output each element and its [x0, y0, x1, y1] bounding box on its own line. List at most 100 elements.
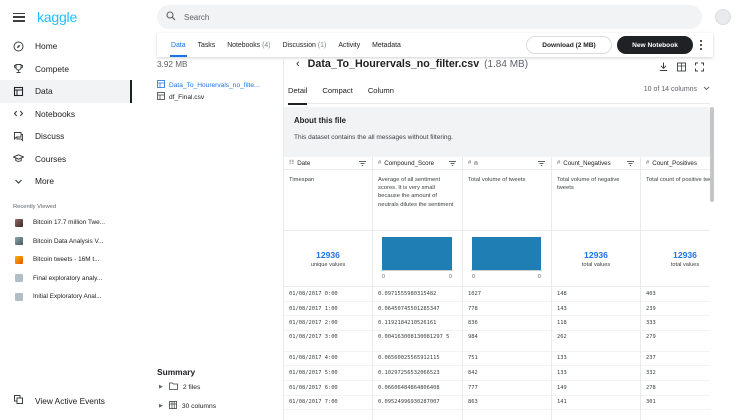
table-cell: 278 [641, 381, 710, 396]
column-compound-score: # Compound_Score Average of all sentiment … [373, 157, 463, 420]
column-date: ☷ Date Timespan 12936 unique values 01/08/201… [284, 157, 373, 420]
table-cell: 301 [641, 396, 710, 411]
summary-item-columns[interactable]: ▶ 30 columns [159, 401, 216, 411]
tab-data[interactable]: Data [157, 33, 192, 57]
stat-value: 12936 [316, 249, 340, 260]
search-bar[interactable]: Search [157, 5, 702, 29]
expand-caret-icon[interactable]: ▶ [159, 384, 163, 390]
scrollbar[interactable] [710, 107, 714, 202]
table-cell: 149 [552, 381, 640, 396]
summary-item-label: 30 columns [181, 402, 217, 410]
tab-discussion[interactable]: Discussion (1) [277, 33, 333, 57]
tab-column[interactable]: Column [368, 86, 394, 104]
download-icon[interactable] [659, 59, 668, 77]
download-button[interactable]: Download (2 MB) [526, 36, 612, 54]
date-type-icon: ☷ [289, 160, 295, 166]
kaggle-logo[interactable]: kaggle [37, 9, 77, 25]
histogram-max-label: 0 [449, 274, 452, 280]
column-header[interactable]: # Compound_Score [373, 157, 462, 170]
trophy-icon [13, 63, 24, 74]
sidebar-nav: Home Compete Data Notebooks Discuss Cour… [0, 35, 132, 193]
menu-icon[interactable] [13, 12, 25, 22]
dataset-size: 3.92 MB [157, 60, 188, 69]
column-count-label: 10 of 14 columns [643, 86, 698, 93]
histogram: 00 [471, 237, 542, 280]
recent-item[interactable]: Final exploratory analy... [0, 269, 132, 288]
tab-tasks[interactable]: Tasks [192, 33, 222, 57]
column-count-negatives: # Count_Negatives Total volume of negative… [552, 157, 641, 420]
file-name: Data_To_Hourervals_no_filte... [169, 81, 260, 89]
table-cell: 863 [463, 396, 551, 411]
column-stats: 12936 unique values [284, 231, 372, 287]
recent-item-label: Bitcoin Data Analysis V... [33, 237, 104, 245]
column-description: Total count of positive tweets [641, 170, 710, 231]
recent-item-label: Final exploratory analy... [33, 274, 103, 282]
recent-item[interactable]: Initial Exploratory Anal... [0, 288, 132, 307]
file-item[interactable]: df_Final.csv [157, 92, 204, 102]
tab-activity[interactable]: Activity [332, 33, 366, 57]
table-cell: 01/08/2017 5:00 [284, 366, 372, 381]
sidebar-item-home[interactable]: Home [0, 35, 132, 58]
table-view-icon[interactable] [677, 59, 686, 77]
sort-icon[interactable] [449, 161, 456, 166]
chevron-down-icon [699, 86, 710, 93]
sidebar-item-courses[interactable]: Courses [0, 148, 132, 171]
histogram-min-label: 0 [472, 274, 475, 280]
avatar[interactable] [715, 9, 731, 25]
sort-icon[interactable] [538, 161, 545, 166]
dataset-thumbnail-icon [15, 255, 23, 264]
column-n: # n Total volume of tweets 0 0 1027 778 836 984 7… [463, 157, 552, 420]
sidebar-item-data[interactable]: Data [0, 80, 132, 103]
numeric-type-icon: # [646, 160, 650, 166]
notebook-thumbnail-icon [15, 292, 23, 301]
numeric-type-icon: # [378, 160, 382, 166]
more-options-icon[interactable] [698, 40, 704, 50]
recent-item[interactable]: Bitcoin Data Analysis V... [0, 232, 132, 251]
back-arrow-icon[interactable]: ‹ [296, 58, 300, 70]
view-active-events-link[interactable]: View Active Events [13, 394, 105, 407]
view-active-events-label: View Active Events [35, 395, 105, 406]
sort-icon[interactable] [359, 161, 366, 166]
sidebar-item-label: Compete [35, 63, 69, 74]
new-notebook-button[interactable]: New Notebook [617, 36, 693, 54]
sidebar-item-label: Home [35, 41, 58, 52]
tab-detail[interactable]: Detail [288, 86, 308, 105]
tab-notebooks[interactable]: Notebooks (4) [221, 33, 276, 57]
file-item-selected[interactable]: Data_To_Hourervals_no_filte... [157, 80, 260, 90]
column-header[interactable]: ☷ Date [284, 157, 372, 170]
fullscreen-icon[interactable] [695, 59, 704, 77]
tab-label: Notebooks [227, 41, 261, 49]
column-header[interactable]: # Count_Negatives [552, 157, 640, 170]
tab-compact[interactable]: Compact [322, 86, 352, 104]
expand-caret-icon[interactable]: ▶ [159, 403, 163, 409]
column-count-positives: # Count_Positives Total count of positive … [641, 157, 710, 420]
column-description: Timespan [284, 170, 372, 231]
sidebar-item-more[interactable]: More [0, 170, 132, 193]
search-input[interactable]: Search [184, 13, 209, 22]
table-cell: 777 [463, 381, 551, 396]
sidebar-item-notebooks[interactable]: Notebooks [0, 103, 132, 126]
csv-file-icon [157, 92, 165, 102]
histogram-bar [472, 237, 541, 270]
sidebar-item-discuss[interactable]: Discuss [0, 125, 132, 148]
recent-item[interactable]: Bitcoin tweets - 16M t... [0, 251, 132, 270]
column-header[interactable]: # Count_Positives [641, 157, 710, 170]
table-cell: 333 [641, 316, 710, 332]
column-name: n [474, 159, 478, 167]
recent-item[interactable]: Bitcoin 17.7 million Twe... [0, 214, 132, 233]
table-cell: 01/08/2017 3:00 [284, 331, 372, 352]
tab-count: (4) [262, 41, 271, 49]
tab-metadata[interactable]: Metadata [366, 33, 407, 57]
table-cell: 1027 [463, 287, 551, 302]
sort-icon[interactable] [627, 161, 634, 166]
column-header[interactable]: # n [463, 157, 551, 170]
column-description: Total volume of negative tweets [552, 170, 640, 231]
table-cell: 133 [552, 366, 640, 381]
chevron-down-icon [13, 176, 24, 187]
sidebar-item-compete[interactable]: Compete [0, 58, 132, 81]
histogram-bar [382, 237, 452, 270]
column-count-dropdown[interactable]: 10 of 14 columns [644, 86, 710, 93]
search-icon [166, 11, 176, 23]
compass-icon [13, 41, 24, 52]
summary-item-files[interactable]: ▶ 2 files [159, 382, 200, 392]
